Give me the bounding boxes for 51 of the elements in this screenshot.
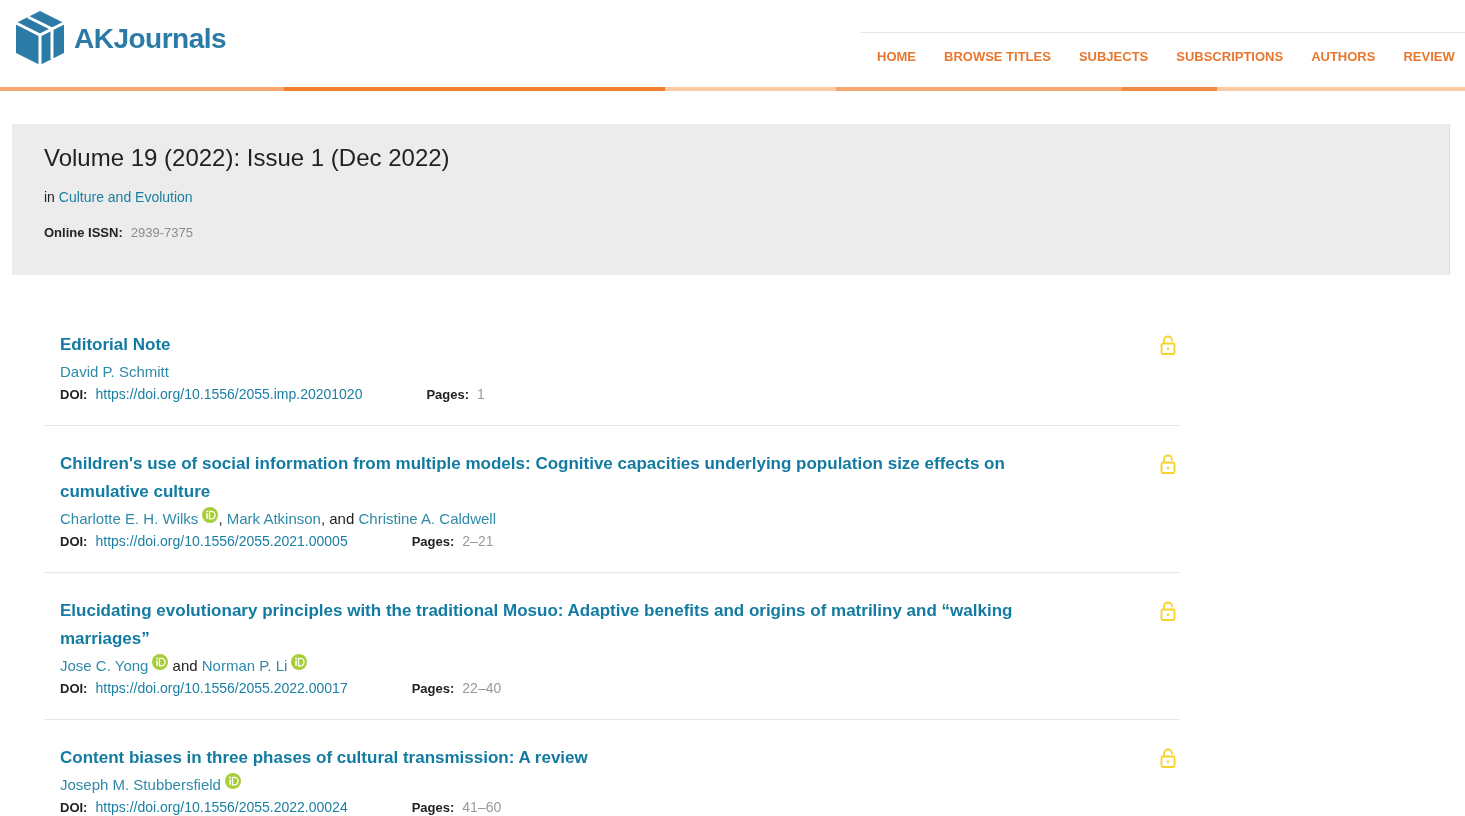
doi-link[interactable]: https://doi.org/10.1556/2055.2021.00005 xyxy=(95,532,348,550)
journal-prefix-text: in xyxy=(44,189,55,205)
pages-value: 2–21 xyxy=(462,532,494,550)
issue-title: Volume 19 (2022): Issue 1 (Dec 2022) xyxy=(44,143,450,173)
doi-label: DOI: xyxy=(60,386,88,404)
pages-label: Pages: xyxy=(411,533,455,551)
doi-link[interactable]: https://doi.org/10.1556/2055.2022.00024 xyxy=(95,798,348,816)
author-link[interactable]: Charlotte E. H. Wilks xyxy=(60,510,199,527)
logo-wordmark[interactable]: AKJournals xyxy=(74,25,227,53)
author-separator-text: , xyxy=(218,510,224,527)
doi-label: DOI: xyxy=(60,680,88,698)
nav-link[interactable]: SUBSCRIPTIONS xyxy=(1162,32,1298,81)
author-link[interactable]: David P. Schmitt xyxy=(60,363,169,380)
journal-link[interactable]: Culture and Evolution xyxy=(58,189,193,205)
doi-label: DOI: xyxy=(60,799,88,816)
nav-link[interactable]: AUTHORS xyxy=(1297,32,1390,81)
author-link[interactable]: Christine A. Caldwell xyxy=(358,510,497,527)
author-separator-text: and xyxy=(171,657,199,674)
pages-label: Pages: xyxy=(411,799,455,816)
doi-link[interactable]: https://doi.org/10.1556/2055.imp.20201020 xyxy=(95,385,363,403)
pages-value: 41–60 xyxy=(462,798,502,816)
nav-link[interactable]: REVIEW xyxy=(1389,32,1465,81)
author-separator-text: , and xyxy=(320,510,356,527)
pages-value: 22–40 xyxy=(462,679,502,697)
article-title-link[interactable]: Children's use of social information from multiple models: Cognitive capacities underlying population size effects on cumulative culture xyxy=(60,450,1060,506)
padlock-icon xyxy=(1160,335,1176,355)
author-link[interactable]: Jose C. Yong xyxy=(60,657,149,674)
padlock-icon xyxy=(1160,454,1176,474)
issn-label: Online ISSN: xyxy=(44,224,123,242)
author-link[interactable]: Mark Atkinson xyxy=(226,510,321,527)
author-link[interactable]: Joseph M. Stubbersfield xyxy=(60,776,221,793)
article-title-link[interactable]: Content biases in three phases of cultural transmission: A review xyxy=(60,744,588,772)
id-badge-icon[interactable] xyxy=(291,654,308,670)
doi-label: DOI: xyxy=(60,533,88,551)
nav-link[interactable]: BROWSE TITLES xyxy=(930,32,1065,81)
pages-label: Pages: xyxy=(426,386,470,404)
nav-link[interactable]: HOME xyxy=(863,32,930,81)
id-badge-icon[interactable] xyxy=(202,507,219,523)
cube-logo-icon[interactable] xyxy=(15,10,65,66)
padlock-icon xyxy=(1160,601,1176,621)
article-title-link[interactable]: Editorial Note xyxy=(60,331,171,359)
author-link[interactable]: Norman P. Li xyxy=(201,657,288,674)
pages-label: Pages: xyxy=(411,680,455,698)
doi-link[interactable]: https://doi.org/10.1556/2055.2022.00017 xyxy=(95,679,348,697)
nav-link[interactable]: SUBJECTS xyxy=(1064,32,1163,81)
issn-value: 2939-7375 xyxy=(130,224,193,242)
id-badge-icon[interactable] xyxy=(224,773,241,789)
pages-value: 1 xyxy=(477,385,485,403)
padlock-icon xyxy=(1160,748,1176,768)
article-title-link[interactable]: Elucidating evolutionary principles with the traditional Mosuo: Adaptive benefits and origins of matriliny and “walking marriages” xyxy=(60,597,1060,653)
id-badge-icon[interactable] xyxy=(152,654,169,670)
